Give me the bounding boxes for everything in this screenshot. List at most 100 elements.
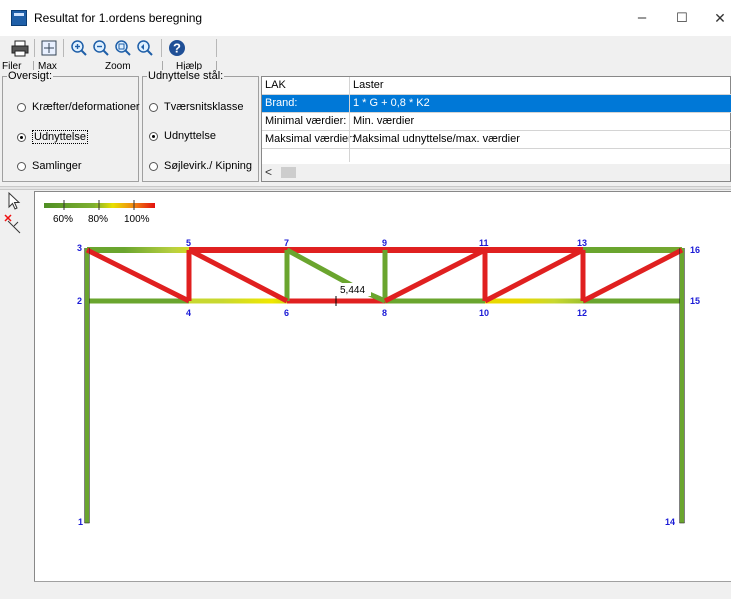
legend-label-80: 80% [88,214,108,225]
side-tool-icons [4,191,21,234]
svg-text:?: ? [173,41,181,56]
options-panel: Oversigt: Kræfter/deformationer Udnyttel… [0,70,731,186]
table-cell: 1 * G + 0,8 * K2 [353,97,430,109]
frame-drawing: 60% 80% 100% 5,444 1 2 3 4 5 6 7 8 9 10 … [44,200,700,527]
zoom-out-button[interactable] [91,38,111,58]
radio-label: Udnyttelse [164,130,216,142]
node-label: 1 [78,517,83,527]
oversigt-title: Oversigt: [7,70,54,82]
radio-button[interactable] [149,102,158,112]
scroll-left-icon[interactable]: < [265,165,272,179]
print-button[interactable] [10,38,30,58]
radio-label: Søjlevirk./ Kipning [164,160,253,172]
radio-tvaersnitsklasse[interactable]: Tværsnitsklasse [149,101,243,113]
zoom-previous-button[interactable] [135,38,155,58]
table-row[interactable]: Brand: 1 * G + 0,8 * K2 [262,95,731,113]
radio-udnyttelse[interactable]: Udnyttelse [17,130,88,144]
max-icon [41,40,57,56]
node-label: 9 [382,238,387,248]
node-label: 3 [77,243,82,253]
status-bar [34,581,731,599]
zoom-window-icon [115,40,131,56]
radio-label: Udnyttelse [32,130,88,144]
radio-button[interactable] [17,102,26,112]
legend-label-100: 100% [124,214,150,225]
toolbar-separator [34,39,35,57]
member-12-16[interactable] [581,247,684,304]
column-header-lak[interactable]: LAK [265,79,347,91]
node-label: 4 [186,308,191,318]
radio-udnyttelse-staal[interactable]: Udnyttelse [149,130,216,142]
radio-button[interactable] [149,131,158,141]
node-label: 15 [690,296,700,306]
minimize-button[interactable]: – [622,6,662,30]
frame-members [85,247,684,523]
radio-label: Tværsnitsklasse [164,101,244,113]
legend-label-60: 60% [53,214,73,225]
horizontal-scrollbar[interactable]: < [262,164,730,181]
zoom-in-icon [71,40,87,56]
help-button[interactable]: ? [167,38,187,58]
app-icon [11,10,27,26]
udnyttelse-staal-group: Udnyttelse stål: Tværsnitsklasse Udnytte… [142,70,259,182]
printer-icon [11,40,29,57]
delete-dimension-icon[interactable] [4,214,21,234]
node-label: 16 [690,245,700,255]
radio-label: Samlinger [32,160,82,172]
side-toolbar [0,190,33,598]
table-cell: Brand: [265,97,298,109]
group-label-zoom: Zoom [105,61,131,72]
table-cell: Maksimal udnyttelse/max. værdier [353,133,520,145]
structure-canvas[interactable]: 60% 80% 100% 5,444 1 2 3 4 5 6 7 8 9 10 … [34,191,731,581]
member-5-6[interactable] [187,247,289,304]
radio-button[interactable] [17,132,26,142]
toolbar-separator [161,39,162,57]
toolbar-group-labels: Filer Max Zoom Hjælp [0,60,731,74]
radio-button[interactable] [17,161,26,171]
radio-samlinger[interactable]: Samlinger [17,160,82,172]
column-divider [349,77,350,162]
node-label: 10 [479,308,489,318]
toolbar-separator [216,39,217,57]
scroll-thumb[interactable] [281,167,296,178]
zoom-in-button[interactable] [69,38,89,58]
node-label: 8 [382,308,387,318]
radio-button[interactable] [149,161,158,171]
member-3-4[interactable] [85,247,191,304]
maximize-button[interactable]: ☐ [662,6,702,30]
title-bar: Resultat for 1.ordens beregning – ☐ ✕ [0,0,731,36]
toolbar-separator [63,39,64,57]
radio-label: Kræfter/deformationer [32,101,140,113]
node-label: 14 [665,517,675,527]
close-button[interactable]: ✕ [700,6,731,30]
node-label: 12 [577,308,587,318]
node-label: 7 [284,238,289,248]
toolbar: ? [0,36,731,60]
zoom-out-icon [93,40,109,56]
oversigt-group: Oversigt: Kræfter/deformationer Udnyttel… [2,70,140,182]
node-label: 2 [77,296,82,306]
zoom-window-button[interactable] [113,38,133,58]
member-10-13[interactable] [483,247,585,304]
column-header-laster[interactable]: Laster [353,79,384,91]
table-header-row: LAK Laster [262,77,731,95]
table-row[interactable]: Maksimal værdier: Maksimal udnyttelse/ma… [262,131,731,149]
member-7-8-upper[interactable] [285,247,355,289]
radio-kraefter[interactable]: Kræfter/deformationer [17,101,140,113]
zoom-previous-icon [137,40,153,56]
table-cell: Maksimal værdier: [265,133,355,145]
table-row[interactable]: Minimal værdier: Min. værdier [262,113,731,131]
annotation-value: 5,444 [340,285,365,296]
max-button[interactable] [39,38,59,58]
help-icon: ? [169,40,185,56]
node-label: 6 [284,308,289,318]
member-8-11[interactable] [383,247,487,304]
load-combination-table: LAK Laster Brand: 1 * G + 0,8 * K2 Minim… [261,76,731,182]
select-arrow-icon[interactable] [8,191,21,210]
radio-soejlevirk-kipning[interactable]: Søjlevirk./ Kipning [149,160,252,172]
udnyttelse-staal-title: Udnyttelse stål: [147,70,225,82]
splitter[interactable] [0,186,731,190]
utilization-legend: 60% 80% 100% [44,200,155,225]
window-title: Resultat for 1.ordens beregning [34,11,203,25]
node-label: 11 [479,238,489,248]
